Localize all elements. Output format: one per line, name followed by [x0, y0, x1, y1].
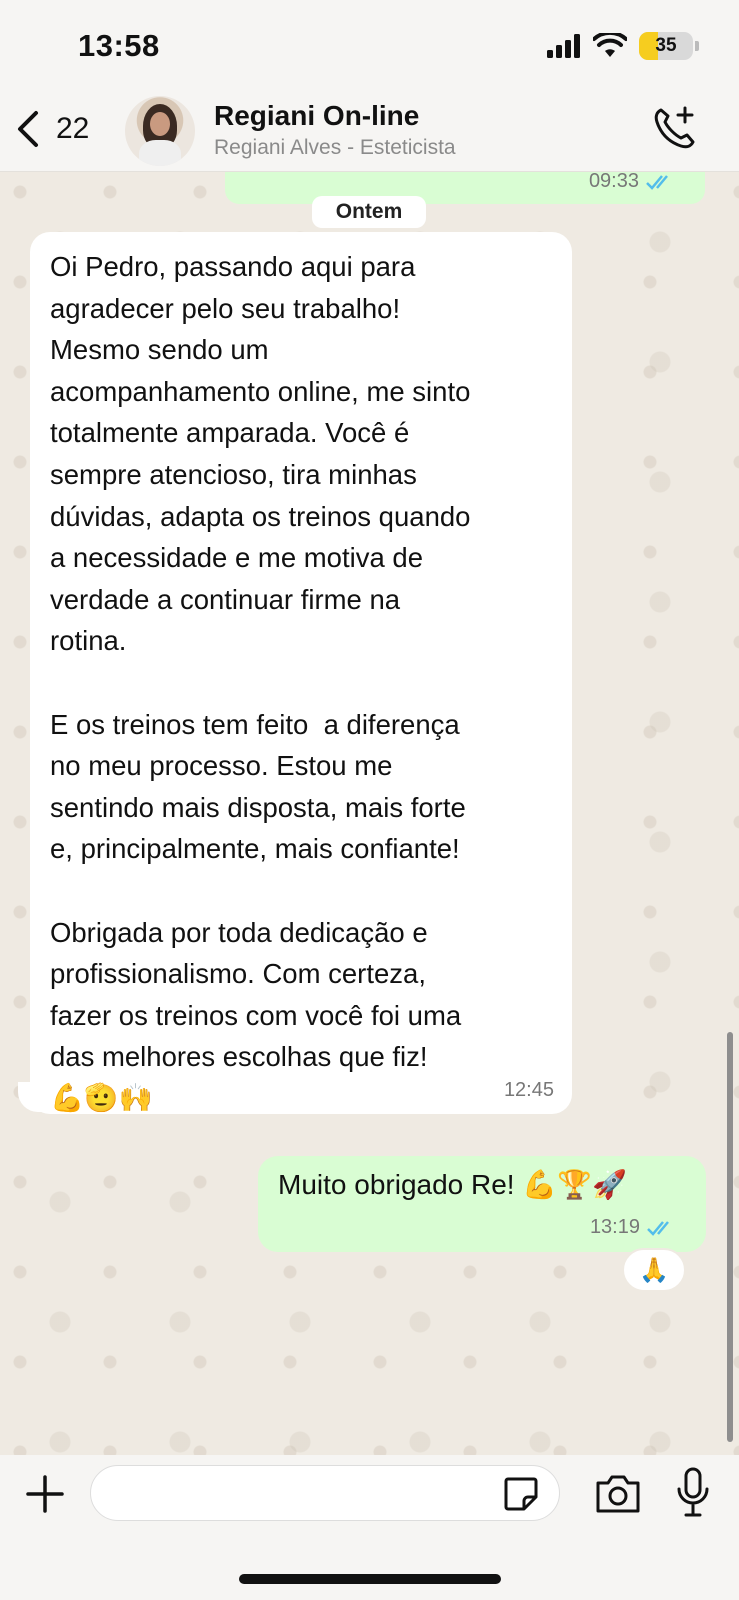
microphone-icon[interactable] — [676, 1467, 710, 1519]
battery-nub — [695, 41, 699, 51]
camera-icon[interactable] — [594, 1471, 642, 1515]
incoming-message-emojis: 💪🫡🙌 — [50, 1081, 153, 1114]
avatar-face — [150, 112, 170, 136]
avatar-body — [139, 140, 181, 166]
read-ticks-icon — [647, 1220, 669, 1236]
contact-name[interactable]: Regiani On-line — [214, 100, 419, 132]
outgoing-message-text: Muito obrigado Re! 💪🏆🚀 — [278, 1168, 627, 1201]
plus-icon[interactable] — [24, 1473, 66, 1515]
incoming-time-row: 12:45 — [504, 1079, 554, 1102]
sticker-icon[interactable] — [502, 1475, 540, 1513]
chat-area[interactable]: 09:33 Ontem Oi Pedro, passando aqui para… — [0, 172, 739, 1455]
back-button[interactable]: 22 — [14, 104, 89, 154]
incoming-message-text: Oi Pedro, passando aqui para agradecer p… — [50, 251, 471, 1073]
incoming-message[interactable]: Oi Pedro, passando aqui para agradecer p… — [30, 232, 572, 1114]
read-ticks-icon — [646, 174, 668, 190]
chevron-left-icon — [18, 111, 38, 147]
incoming-message-time: 12:45 — [503, 1079, 554, 1101]
message-input[interactable] — [90, 1465, 560, 1521]
battery-level: 35 — [655, 35, 677, 56]
status-time: 13:58 — [78, 28, 160, 63]
contact-subtitle[interactable]: Regiani Alves - Esteticista — [214, 136, 456, 160]
scrollbar[interactable] — [727, 1032, 733, 1442]
message-time: 09:33 — [588, 172, 639, 192]
unread-count: 22 — [56, 112, 90, 145]
outgoing-message-emojis: 💪🏆🚀 — [522, 1168, 627, 1201]
phone-add-icon[interactable] — [651, 104, 699, 152]
day-separator: Ontem — [312, 196, 426, 228]
signal-icon — [547, 34, 580, 58]
outgoing-message-time: 13:19 — [589, 1216, 640, 1238]
home-indicator — [239, 1574, 501, 1584]
message-reaction[interactable]: 🙏 — [622, 1248, 686, 1292]
status-bar: 13:58 35 — [0, 0, 739, 92]
avatar[interactable] — [125, 96, 195, 166]
composer-bar — [0, 1455, 739, 1600]
previous-outgoing-message[interactable]: 09:33 — [225, 172, 705, 204]
outgoing-message[interactable]: Muito obrigado Re! 💪🏆🚀 13:19 — [258, 1156, 706, 1252]
outgoing-message-body: Muito obrigado Re! — [278, 1169, 515, 1200]
chat-header: 22 Regiani On-line Regiani Alves - Estet… — [0, 92, 739, 172]
outgoing-time-row: 13:19 — [590, 1216, 676, 1239]
status-icons: 35 — [547, 32, 699, 60]
message-time-row: 09:33 — [589, 172, 675, 193]
battery-icon: 35 — [639, 32, 693, 60]
wifi-icon — [593, 33, 627, 57]
